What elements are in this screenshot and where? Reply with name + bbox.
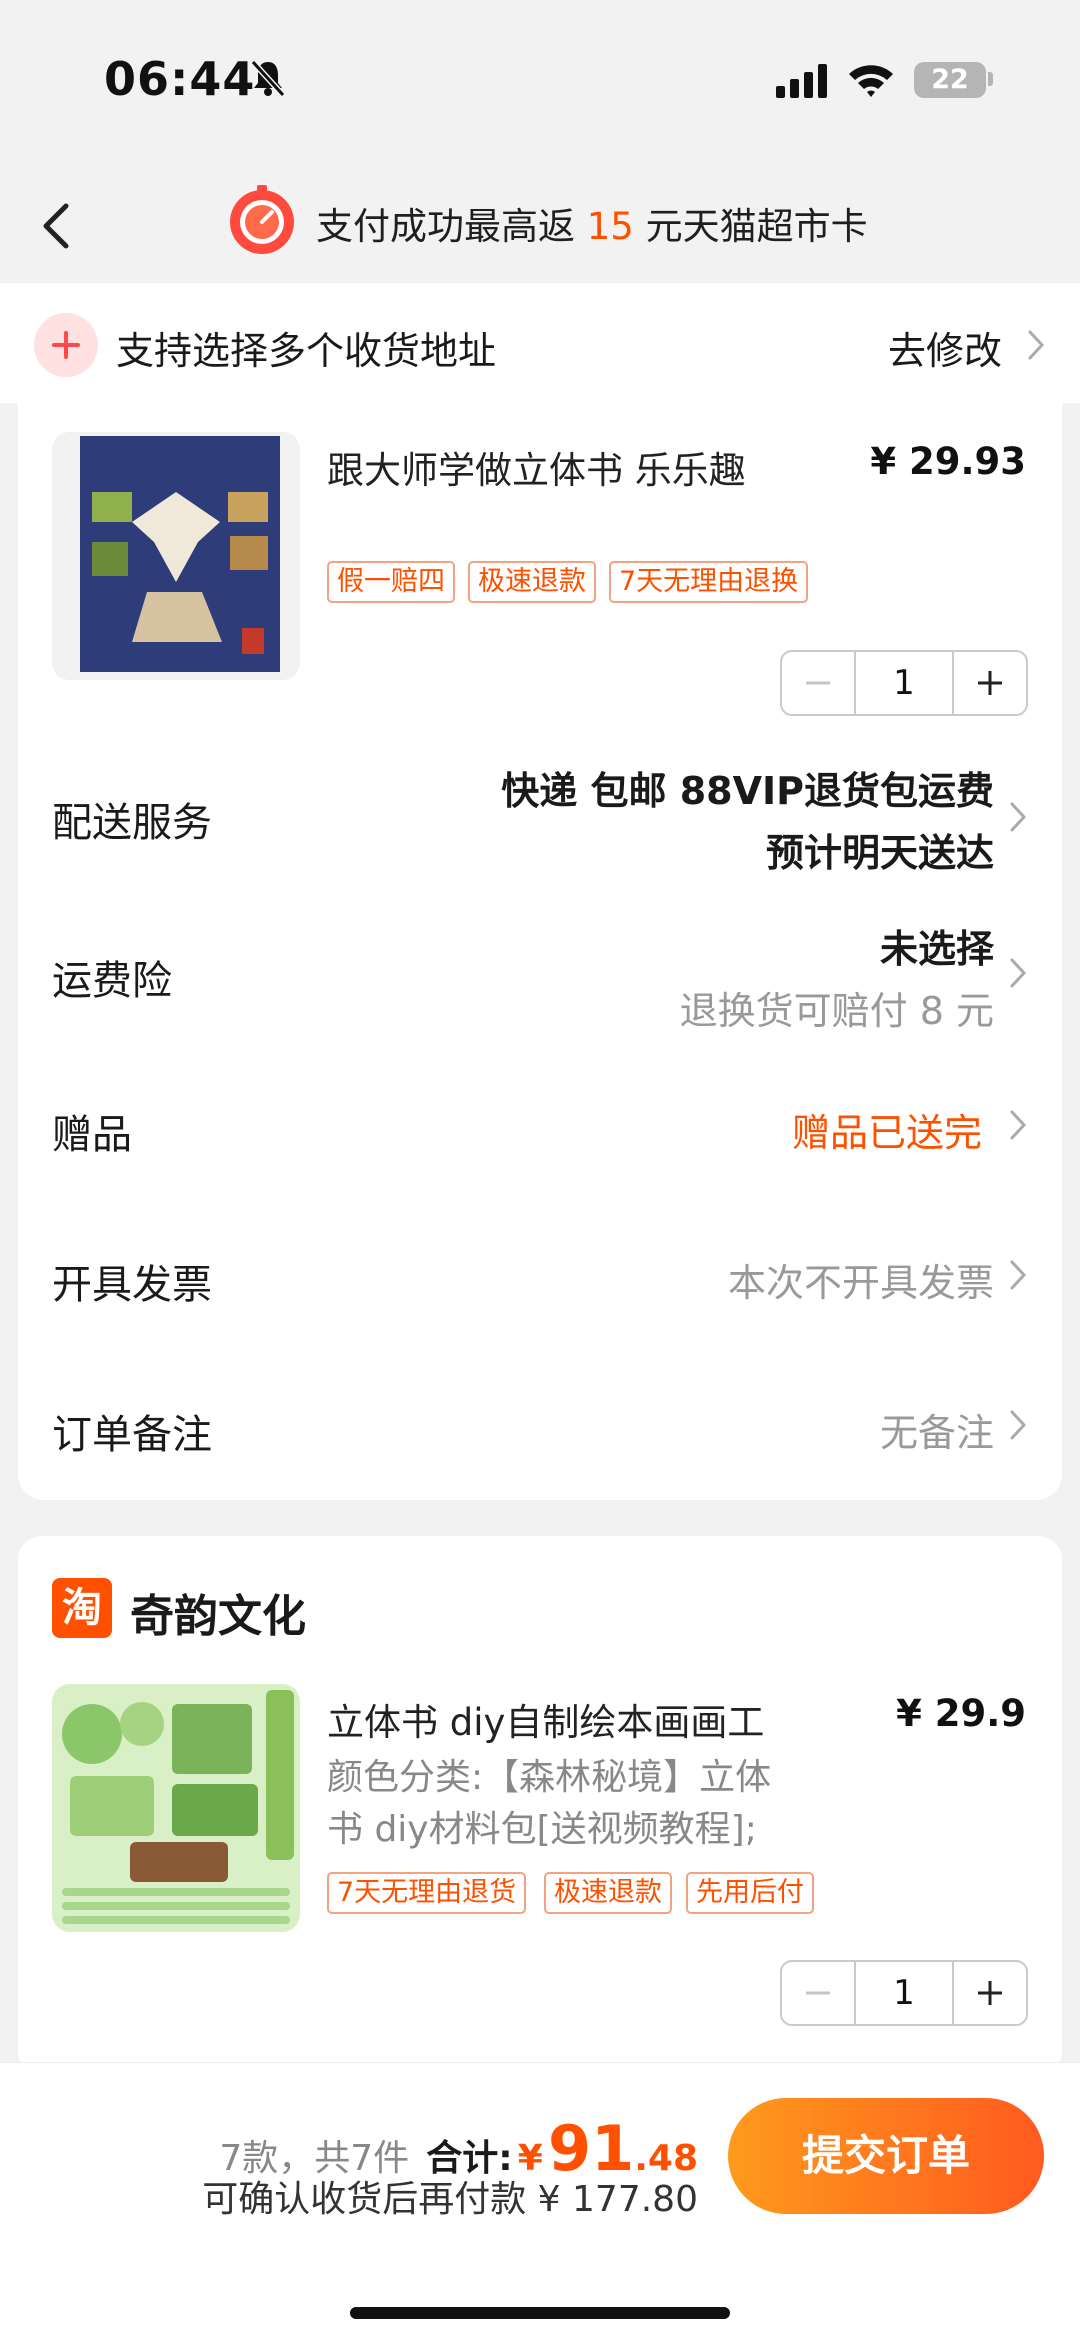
product-title[interactable]: 跟大师学做立体书 乐乐趣 bbox=[327, 440, 746, 494]
sku-line-1: 颜色分类:【森林秘境】立体 bbox=[327, 1757, 772, 1798]
tag-7day-return: 7天无理由退货 bbox=[327, 1872, 527, 1914]
product-price: ¥ 29.93 bbox=[870, 440, 1026, 483]
quantity-stepper: 1 bbox=[780, 650, 1028, 716]
invoice-status[interactable]: 本次不开具发票 bbox=[728, 1252, 994, 1307]
chevron-right-icon bbox=[1010, 958, 1027, 988]
product-image-diy-kit[interactable] bbox=[52, 1684, 300, 1932]
back-arrow-icon[interactable] bbox=[36, 198, 80, 254]
battery-cap bbox=[988, 72, 993, 86]
chevron-right-icon bbox=[1010, 802, 1027, 832]
wifi-icon bbox=[849, 65, 893, 97]
minus-icon[interactable] bbox=[782, 1962, 854, 2024]
chevron-right-icon bbox=[1010, 1260, 1027, 1290]
quantity-value-2[interactable]: 1 bbox=[854, 1962, 954, 2024]
product-title-2[interactable]: 立体书 diy自制绘本画画工 bbox=[327, 1692, 764, 1746]
tag-pay-later: 先用后付 bbox=[686, 1872, 814, 1914]
signal-icon bbox=[776, 64, 827, 98]
shipping-insurance-status[interactable]: 未选择 bbox=[880, 918, 994, 973]
bell-muted-icon bbox=[250, 59, 286, 98]
product-sku-2[interactable]: 颜色分类:【森林秘境】立体 书 diy材料包[送视频教程]; bbox=[327, 1752, 797, 1856]
product-image-popup-book[interactable] bbox=[52, 432, 300, 680]
home-indicator bbox=[350, 2307, 730, 2319]
product-price-2: ¥ 29.9 bbox=[896, 1692, 1026, 1735]
shop-name[interactable]: 奇韵文化 bbox=[130, 1580, 306, 1644]
taobao-shop-icon: 淘 bbox=[52, 1578, 112, 1638]
battery-indicator: 22 bbox=[914, 62, 986, 98]
gift-status[interactable]: 赠品已送完 bbox=[792, 1102, 982, 1157]
tag-7day-return: 7天无理由退换 bbox=[609, 561, 809, 603]
delivery-label: 配送服务 bbox=[52, 800, 212, 846]
delivery-method[interactable]: 快递 包邮 88VIP退货包运费 bbox=[501, 760, 994, 815]
diy-kit-cover-image bbox=[52, 1684, 300, 1932]
plus-icon bbox=[34, 313, 98, 377]
status-time: 06:44 bbox=[104, 52, 256, 106]
status-bar: 06:44 22 bbox=[0, 0, 1080, 160]
order-note-label: 订单备注 bbox=[52, 1412, 212, 1458]
order-note-value[interactable]: 无备注 bbox=[880, 1402, 994, 1457]
gift-label: 赠品 bbox=[52, 1112, 132, 1158]
stopwatch-promo-icon bbox=[230, 185, 294, 254]
quantity-stepper-2: 1 bbox=[780, 1960, 1028, 2026]
tag-fast-refund: 极速退款 bbox=[544, 1872, 672, 1914]
chevron-right-icon bbox=[1010, 1410, 1027, 1440]
chevron-right-icon bbox=[1010, 1110, 1027, 1140]
address-edit-link[interactable]: 去修改 bbox=[888, 320, 1002, 375]
submit-order-button[interactable]: 提交订单 bbox=[728, 2098, 1044, 2214]
shipping-insurance-desc[interactable]: 退换货可赔付 8 元 bbox=[680, 980, 994, 1035]
sku-line-2: 书 diy材料包[送视频教程]; bbox=[327, 1809, 757, 1850]
delivery-eta[interactable]: 预计明天送达 bbox=[766, 822, 994, 877]
book-cover-image bbox=[52, 432, 300, 680]
plus-stepper-icon[interactable] bbox=[954, 652, 1026, 714]
tag-fake-compensation: 假一赔四 bbox=[327, 561, 455, 603]
tag-fast-refund: 极速退款 bbox=[468, 561, 596, 603]
promo-suffix: 元天猫超市卡 bbox=[645, 205, 868, 248]
invoice-label: 开具发票 bbox=[52, 1262, 212, 1308]
plus-stepper-icon[interactable] bbox=[954, 1962, 1026, 2024]
promo-text: 支付成功最高返 15 元天猫超市卡 bbox=[316, 196, 868, 250]
multi-address-text: 支持选择多个收货地址 bbox=[116, 329, 497, 373]
quantity-value[interactable]: 1 bbox=[854, 652, 954, 714]
chevron-right-icon bbox=[1028, 330, 1045, 360]
shipping-insurance-label: 运费险 bbox=[52, 958, 172, 1004]
minus-icon[interactable] bbox=[782, 652, 854, 714]
promo-amount: 15 bbox=[586, 205, 634, 248]
pay-after-receipt-text: 可确认收货后再付款 ¥ 177.80 bbox=[202, 2179, 698, 2220]
promo-prefix: 支付成功最高返 bbox=[316, 205, 575, 248]
